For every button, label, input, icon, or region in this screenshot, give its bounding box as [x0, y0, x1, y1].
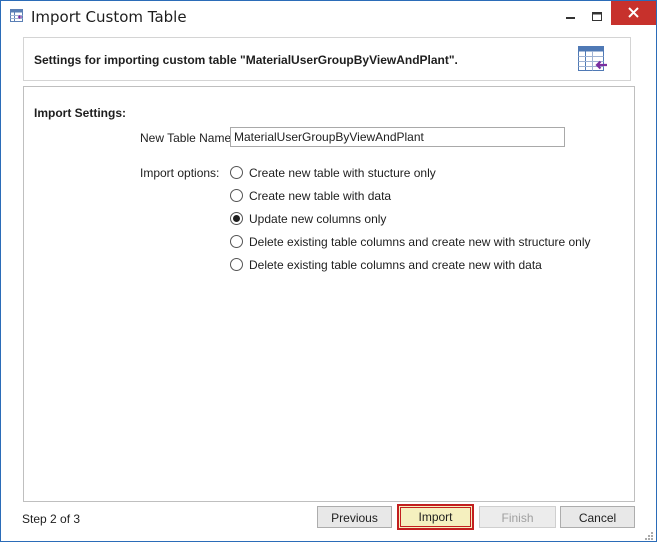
import-button[interactable]: Import [397, 504, 474, 530]
title-bar[interactable]: Import Custom Table [1, 1, 656, 32]
maximize-icon [592, 12, 602, 21]
resize-grip-icon[interactable] [644, 530, 654, 540]
import-custom-table-dialog: Import Custom Table Settings for importi… [0, 0, 657, 542]
cancel-button[interactable]: Cancel [560, 506, 635, 528]
radio-dot-icon [233, 215, 240, 222]
table-app-icon [10, 9, 24, 23]
table-name-label: New Table Name: [140, 131, 235, 145]
close-icon [628, 7, 639, 18]
table-name-input[interactable] [230, 127, 565, 147]
import-table-icon [577, 44, 609, 74]
close-button[interactable] [611, 1, 656, 25]
previous-button[interactable]: Previous [317, 506, 392, 528]
step-indicator: Step 2 of 3 [22, 512, 81, 526]
radio-button-selected[interactable] [230, 212, 243, 225]
option-label: Delete existing table columns and create… [249, 258, 542, 272]
radio-button[interactable] [230, 258, 243, 271]
header-panel: Settings for importing custom table "Mat… [23, 37, 631, 81]
import-settings-panel: Import Settings: New Table Name: Import … [23, 86, 635, 502]
option-label: Create new table with data [249, 189, 392, 203]
finish-button[interactable]: Finish [479, 506, 556, 528]
section-title: Import Settings: [34, 106, 126, 120]
import-options-label: Import options: [140, 166, 220, 180]
radio-button[interactable] [230, 235, 243, 248]
window-title: Import Custom Table [31, 8, 187, 26]
option-label: Update new columns only [249, 212, 387, 226]
option-label: Create new table with stucture only [249, 166, 436, 180]
radio-button[interactable] [230, 189, 243, 202]
option-label: Delete existing table columns and create… [249, 235, 591, 249]
radio-button[interactable] [230, 166, 243, 179]
header-description: Settings for importing custom table "Mat… [34, 53, 458, 67]
